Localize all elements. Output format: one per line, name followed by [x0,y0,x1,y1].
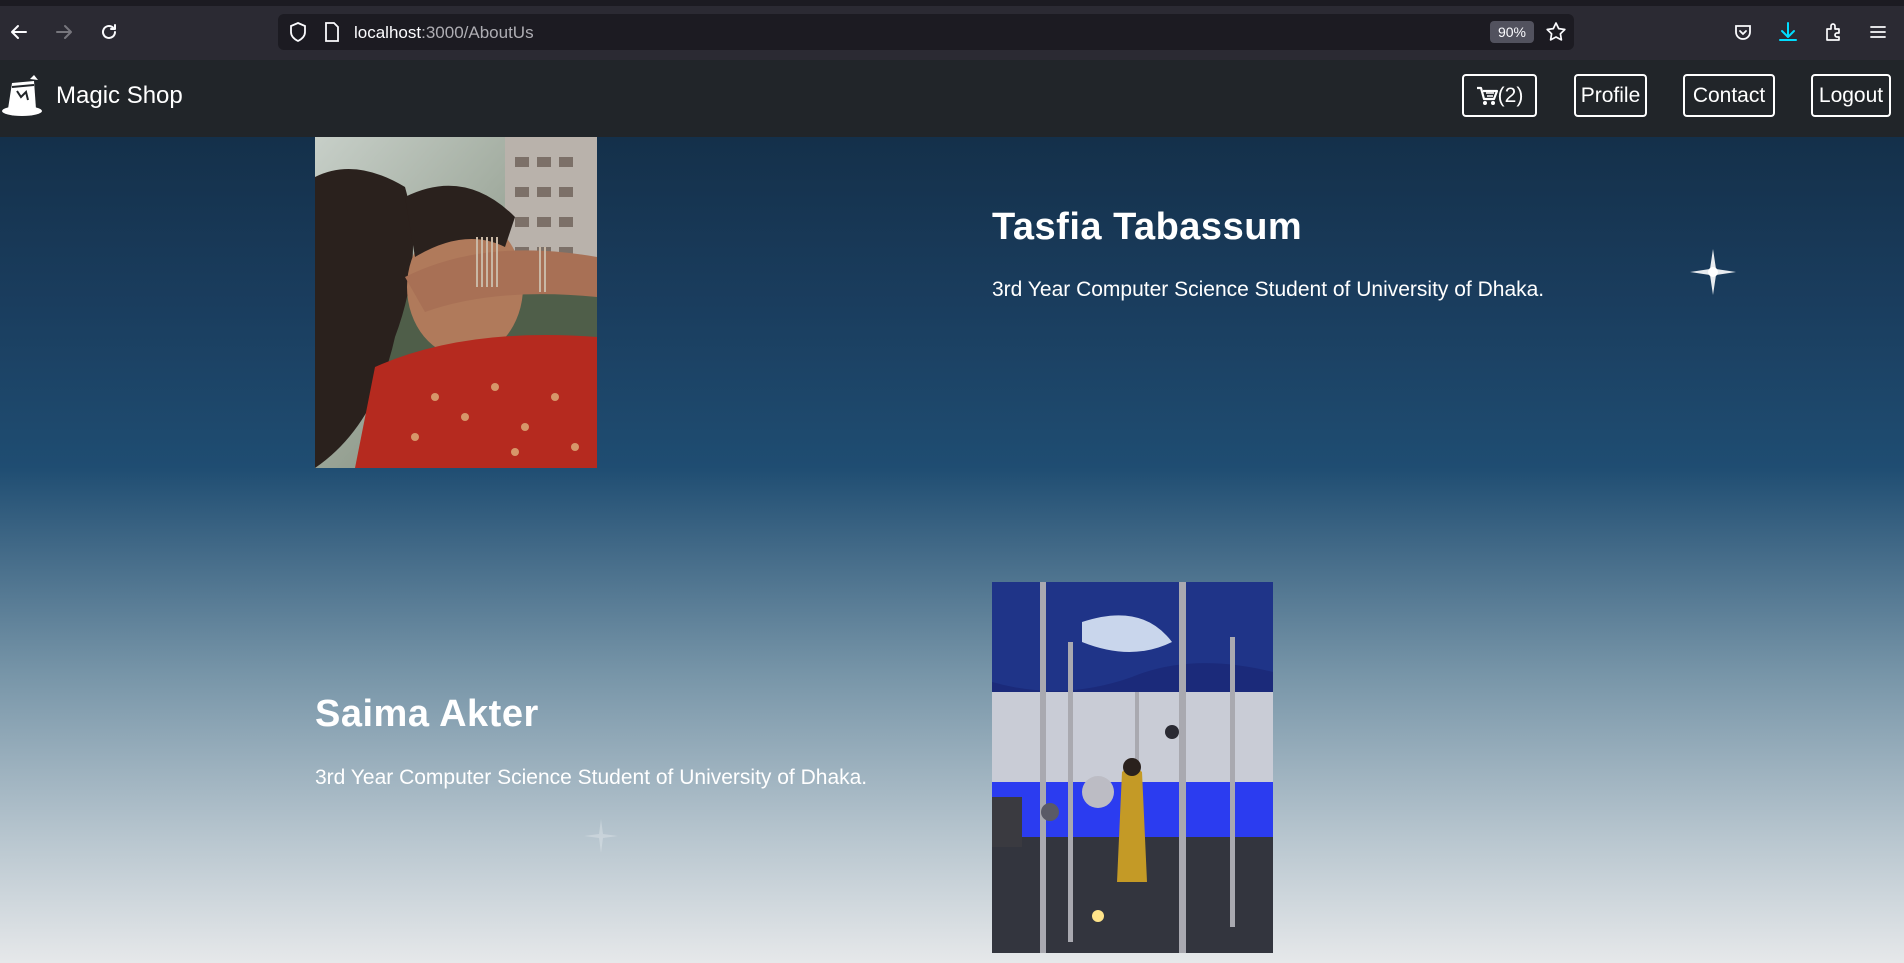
back-icon[interactable] [4,17,34,47]
bookmark-star-icon[interactable] [1544,20,1568,44]
shield-icon[interactable] [286,20,310,44]
pocket-icon[interactable] [1728,17,1758,47]
reload-icon[interactable] [94,17,124,47]
member-name-tasfia: Tasfia Tabassum [992,206,1303,248]
member-name-saima: Saima Akter [315,693,539,735]
profile-button[interactable]: Profile [1574,74,1647,117]
url-path: :3000/AboutUs [421,23,534,42]
url-text[interactable]: localhost:3000/AboutUs [354,23,534,43]
brand-name: Magic Shop [56,82,183,109]
cart-count: (2) [1497,83,1524,107]
member-description-saima: 3rd Year Computer Science Student of Uni… [315,766,868,789]
brand-link[interactable]: Magic Shop [0,70,183,122]
magic-hat-logo-icon [2,75,42,116]
page-icon [320,20,344,44]
extensions-icon[interactable] [1818,17,1848,47]
download-icon[interactable] [1773,17,1803,47]
member-photo-tasfia [315,137,597,468]
cart-button[interactable]: (2) [1462,74,1537,117]
url-bar[interactable]: localhost:3000/AboutUs 90% [278,14,1574,50]
logout-button[interactable]: Logout [1811,74,1891,117]
sparkle-icon [1690,249,1736,295]
faint-sparkle-icon [584,819,618,853]
about-us-page: Tasfia Tabassum 3rd Year Computer Scienc… [0,137,1904,963]
menu-icon[interactable] [1863,17,1893,47]
zoom-level-badge[interactable]: 90% [1489,21,1534,43]
member-photo-saima [992,582,1273,953]
browser-toolbar: localhost:3000/AboutUs 90% [0,0,1904,60]
member-description-tasfia: 3rd Year Computer Science Student of Uni… [992,278,1545,301]
forward-icon[interactable] [49,17,79,47]
url-host: localhost [354,23,422,42]
cart-icon [1476,86,1498,105]
site-navbar: Magic Shop (2) Profile Contact Logout [0,60,1904,137]
contact-button[interactable]: Contact [1683,74,1775,117]
